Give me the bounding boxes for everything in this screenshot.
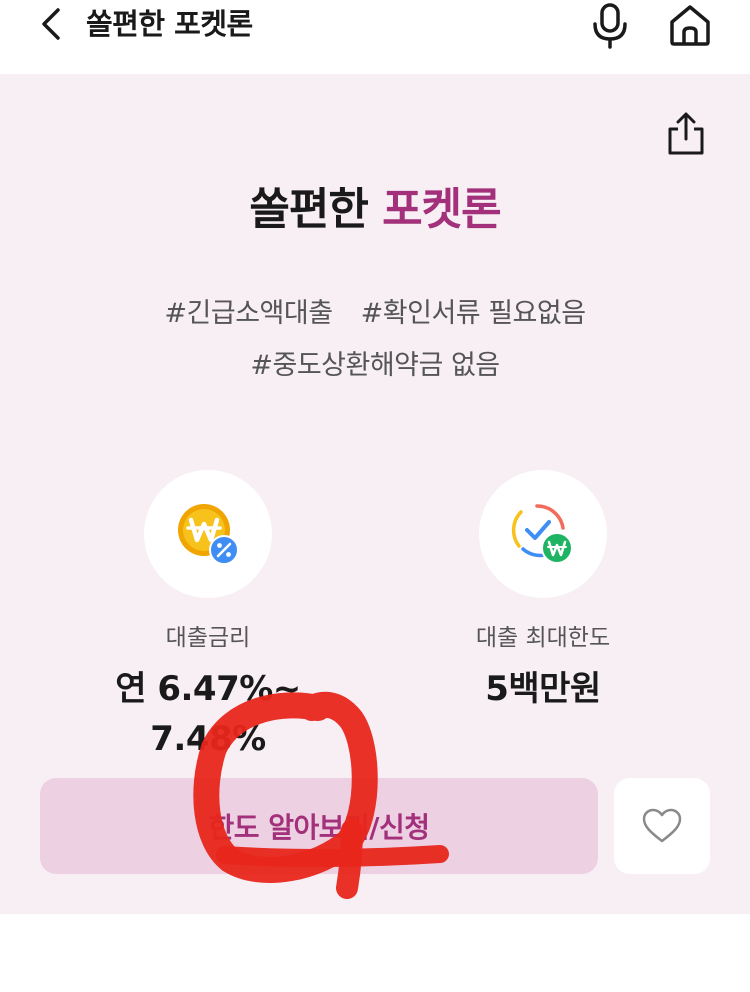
feature-value: 연 6.47%~ 7.48%: [115, 669, 301, 759]
feature-interest-rate: 대출금리 연 6.47%~ 7.48%: [58, 470, 358, 764]
apply-limit-button[interactable]: 한도 알아보기/신청: [40, 778, 598, 874]
product-name: 쏠편한 포켓론: [0, 182, 750, 238]
product-name-main: 쏠편한: [249, 184, 368, 235]
feature-value: 5백만원: [485, 669, 601, 709]
feature-label: 대출금리: [165, 625, 251, 651]
product-card: 쏠편한 포켓론 #긴급소액대출 #확인서류 필요없음 #중도상환해약금 없음 대…: [0, 74, 750, 914]
tag-item: #긴급소액대출: [164, 298, 333, 329]
tag-item: #중도상환해약금 없음: [250, 350, 500, 381]
won-percent-coin-icon: [178, 504, 239, 565]
favorite-button[interactable]: [614, 778, 710, 874]
won-check-circle-icon: [511, 504, 573, 564]
top-bar: 쏠편한 포켓론: [0, 0, 750, 74]
page-title: 쏠편한 포켓론: [86, 7, 253, 41]
feature-max-limit: 대출 최대한도 5백만원: [393, 470, 693, 714]
product-name-accent: 포켓론: [382, 184, 501, 235]
chevron-left-icon[interactable]: [32, 4, 72, 44]
feature-icon-circle: [479, 470, 607, 598]
home-icon[interactable]: [666, 2, 714, 48]
product-tags: #긴급소액대출 #확인서류 필요없음 #중도상환해약금 없음: [0, 288, 750, 392]
microphone-icon[interactable]: [588, 2, 632, 50]
feature-icon-circle: [144, 470, 272, 598]
heart-icon: [642, 808, 682, 843]
share-icon[interactable]: [664, 112, 708, 156]
feature-label: 대출 최대한도: [475, 625, 611, 651]
tag-item: #확인서류 필요없음: [360, 298, 586, 329]
